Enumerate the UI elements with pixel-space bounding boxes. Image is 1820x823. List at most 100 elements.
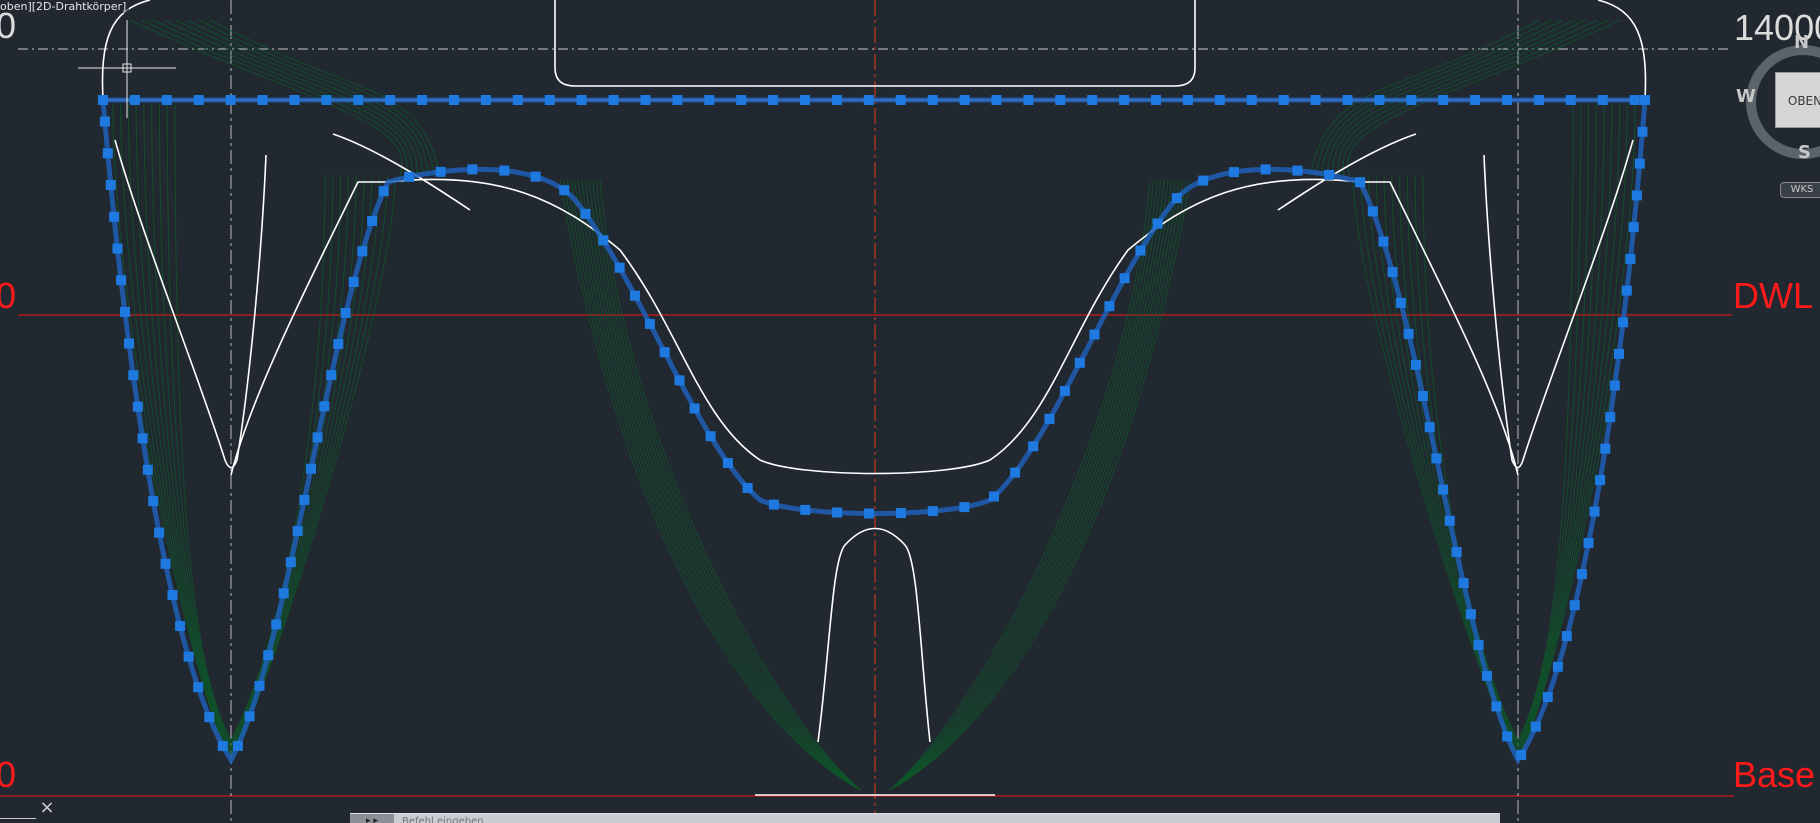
control-point-grip [598, 235, 609, 246]
control-point-grip [1569, 600, 1580, 611]
control-point-grip [102, 148, 113, 159]
viewcube-west[interactable]: W [1736, 86, 1756, 107]
control-point-grip [1104, 301, 1115, 312]
control-point-grip [289, 95, 300, 105]
control-point-grip [321, 95, 332, 105]
control-point-grip [1278, 95, 1289, 105]
control-point-grip [1609, 380, 1620, 391]
control-point-grip [1367, 206, 1378, 217]
control-point-grip [1023, 95, 1034, 105]
control-point-grip [112, 243, 123, 254]
control-point-grip [1444, 515, 1455, 526]
control-point-grip [109, 211, 120, 222]
control-point-grip [285, 557, 296, 568]
station-line [112, 99, 388, 759]
control-point-grip [1595, 475, 1606, 486]
control-point-grip [404, 171, 415, 182]
station-line [889, 179, 1158, 791]
command-prompt-icon[interactable]: ▸ ▸ [350, 814, 394, 823]
control-point-grip [1634, 158, 1645, 169]
control-point-grip [1374, 95, 1385, 105]
command-line[interactable]: ▸ ▸ [350, 813, 1500, 823]
drawing-viewport[interactable]: oben][2D-Drahtkörper] 0 0 0 14000 DWL Ba… [0, 0, 1820, 823]
control-point-grip [120, 306, 130, 317]
control-point-grip [1059, 386, 1070, 396]
control-point-grip [1171, 193, 1182, 204]
viewcube-south[interactable]: S [1798, 142, 1811, 163]
control-point-grip [99, 116, 110, 127]
control-point-grip [704, 95, 715, 105]
control-point-grip [1324, 169, 1335, 180]
control-point-grip [254, 680, 265, 691]
control-point-grip [895, 508, 906, 518]
station-line [566, 179, 861, 791]
control-point-grip [175, 621, 186, 631]
control-point-grip [105, 180, 116, 190]
station-line [1352, 99, 1644, 761]
viewcube-top-face[interactable]: OBEN [1775, 72, 1820, 128]
command-input[interactable] [394, 814, 1500, 823]
control-point-grip [1089, 329, 1100, 340]
station-line [559, 179, 861, 791]
control-point-grip [630, 290, 640, 301]
control-point-grip [1621, 285, 1632, 296]
control-point-grip [1182, 95, 1193, 105]
station-line [563, 179, 861, 791]
control-point-grip [614, 262, 625, 273]
control-point-grip [217, 741, 228, 751]
control-point-grip [148, 496, 159, 507]
control-point-grip [1260, 164, 1271, 175]
close-icon[interactable]: × [39, 799, 55, 817]
control-point-grip [225, 95, 236, 105]
control-point-grip [1600, 443, 1611, 454]
control-point-grip [278, 588, 289, 599]
control-point-grip [183, 651, 194, 662]
control-point-grip [991, 95, 1002, 105]
station-line [592, 179, 861, 791]
station-line [599, 179, 861, 791]
control-point-grip [353, 95, 364, 105]
control-point-grip [1552, 661, 1563, 672]
control-point-grip [326, 370, 337, 381]
control-point-grip [863, 95, 874, 105]
control-point-grip [378, 186, 389, 197]
control-point-grip [1028, 441, 1039, 452]
control-point-grip [193, 682, 204, 693]
control-point-grip [1417, 391, 1428, 401]
control-point-grip [1395, 297, 1406, 308]
control-point-grip [161, 95, 172, 105]
drawing-canvas[interactable] [0, 0, 1820, 823]
control-point-grip [1451, 547, 1462, 557]
control-point-grip [608, 95, 619, 105]
control-point-grip [580, 208, 591, 219]
viewcube[interactable]: N W S OBEN WKS [1736, 32, 1820, 198]
control-point-grip [1625, 253, 1636, 264]
control-point-grip [895, 95, 906, 105]
station-line [104, 99, 396, 761]
control-point-grip [204, 712, 215, 723]
station-line [889, 179, 1184, 791]
control-point-grip [154, 527, 165, 538]
control-point-grip [1119, 95, 1130, 105]
station-line [889, 179, 1162, 791]
control-point-grip [357, 246, 368, 257]
viewcube-north[interactable]: N [1794, 32, 1809, 53]
control-point-grip [1424, 422, 1435, 433]
control-point-grip [435, 166, 446, 177]
control-point-grip [306, 463, 316, 474]
control-point-grip [1151, 95, 1161, 105]
white-section-curves [101, 0, 1647, 796]
ucs-menu-button[interactable]: WKS [1780, 182, 1820, 198]
control-point-grip [1473, 640, 1484, 651]
control-point-grip [271, 619, 282, 630]
control-point-grip [674, 375, 685, 386]
control-point-grip [1228, 167, 1239, 178]
control-point-grip [1502, 95, 1512, 105]
control-point-grip [1406, 95, 1417, 105]
dwl-label: DWL [1733, 275, 1813, 316]
viewport-label[interactable]: oben][2D-Drahtkörper] [0, 0, 130, 13]
control-point-grip [672, 95, 683, 105]
control-point-grip [1438, 484, 1449, 495]
control-point-grip [1533, 95, 1544, 105]
control-point-grip [1465, 609, 1476, 620]
